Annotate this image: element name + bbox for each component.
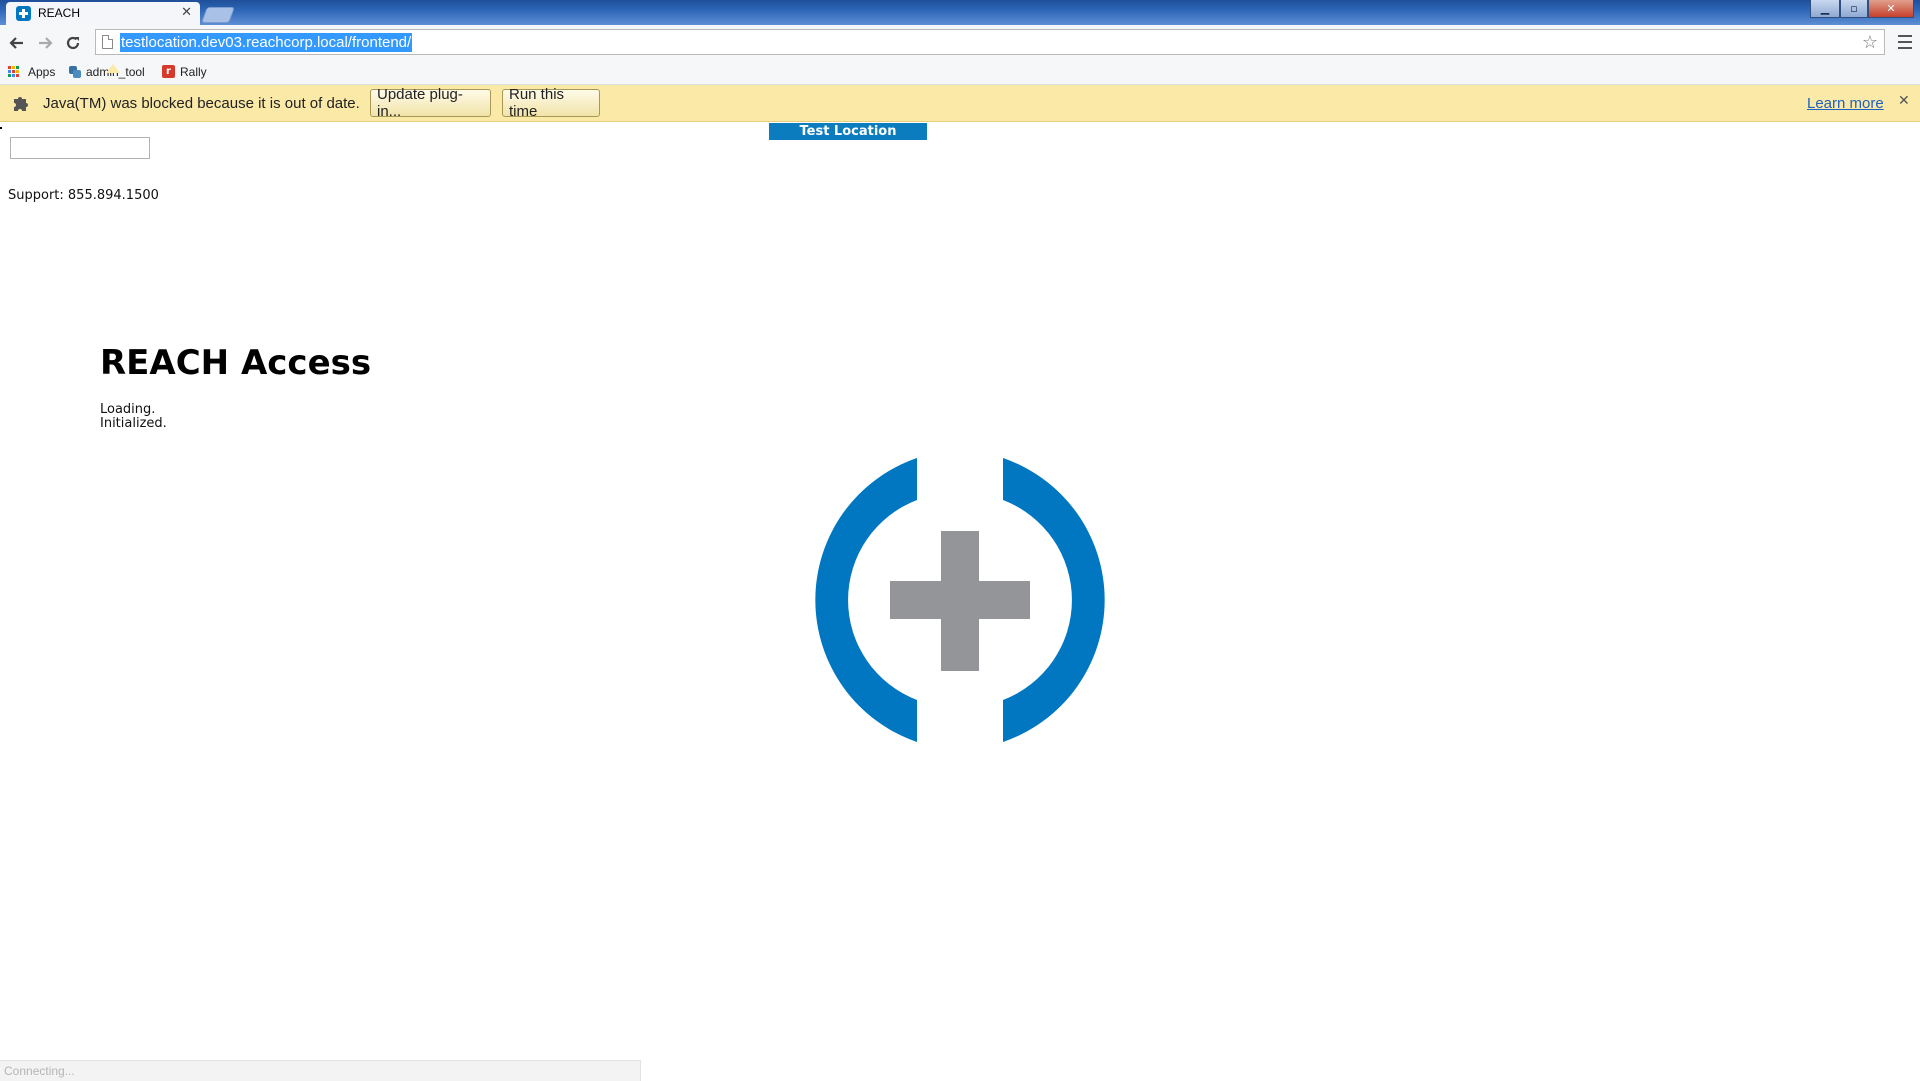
bookmark-rally[interactable]: Rally (180, 65, 207, 79)
update-plugin-button[interactable]: Update plug-in... (370, 86, 491, 120)
url-text[interactable]: testlocation.dev03.reachcorp.local/front… (120, 33, 413, 52)
support-text: Support: 855.894.1500 (8, 188, 159, 203)
address-bar[interactable]: testlocation.dev03.reachcorp.local/front… (95, 29, 1885, 55)
page-input[interactable] (10, 137, 150, 159)
window-minimize-button[interactable]: ▁ (1810, 0, 1840, 18)
tooltip-pointer (106, 64, 120, 73)
reach-logo-icon (815, 458, 1105, 742)
reload-icon[interactable] (62, 32, 84, 54)
title-bar: REACH ✕ ▁ ▫ ✕ (0, 0, 1920, 25)
plugin-infobar: Java(TM) was blocked because it is out o… (0, 85, 1920, 122)
rally-icon: r (162, 65, 175, 78)
infobar-message: Java(TM) was blocked because it is out o… (43, 95, 360, 112)
infobar-close-icon[interactable]: ✕ (1898, 93, 1910, 109)
window-close-button[interactable]: ✕ (1868, 0, 1914, 18)
new-tab-button[interactable] (201, 7, 235, 23)
status-bar: Connecting... (0, 1060, 641, 1081)
hamburger-menu-icon[interactable] (1896, 33, 1914, 51)
forward-arrow-icon[interactable] (34, 32, 56, 54)
bookmark-apps[interactable]: Apps (28, 65, 55, 79)
bookmarks-bar: Apps admin_tool r Rally (0, 60, 1920, 85)
tab-title: REACH (38, 6, 81, 20)
location-badge: Test Location (dev03) (769, 123, 927, 156)
page-icon (102, 35, 113, 49)
status-line: Loading. (100, 402, 156, 417)
tab-close-icon[interactable]: ✕ (181, 5, 192, 21)
learn-more-link[interactable]: Learn more (1807, 95, 1884, 112)
stray-dot (0, 127, 2, 129)
apps-grid-icon (8, 66, 20, 78)
bookmark-star-icon[interactable]: ☆ (1862, 32, 1878, 53)
browser-tab[interactable]: REACH ✕ (6, 2, 200, 25)
reach-favicon-icon (16, 6, 31, 21)
page-title: REACH Access (100, 343, 372, 383)
status-text: Loading. Initialized. (100, 403, 167, 431)
browser-toolbar: testlocation.dev03.reachcorp.local/front… (0, 25, 1920, 61)
back-arrow-icon[interactable] (6, 32, 28, 54)
status-line: Initialized. (100, 416, 167, 431)
puzzle-plugin-icon (14, 97, 28, 111)
run-this-time-button[interactable]: Run this time (502, 86, 600, 120)
status-bar-text: Connecting... (4, 1064, 75, 1078)
window-maximize-button[interactable]: ▫ (1840, 0, 1868, 18)
python-icon (69, 66, 81, 78)
